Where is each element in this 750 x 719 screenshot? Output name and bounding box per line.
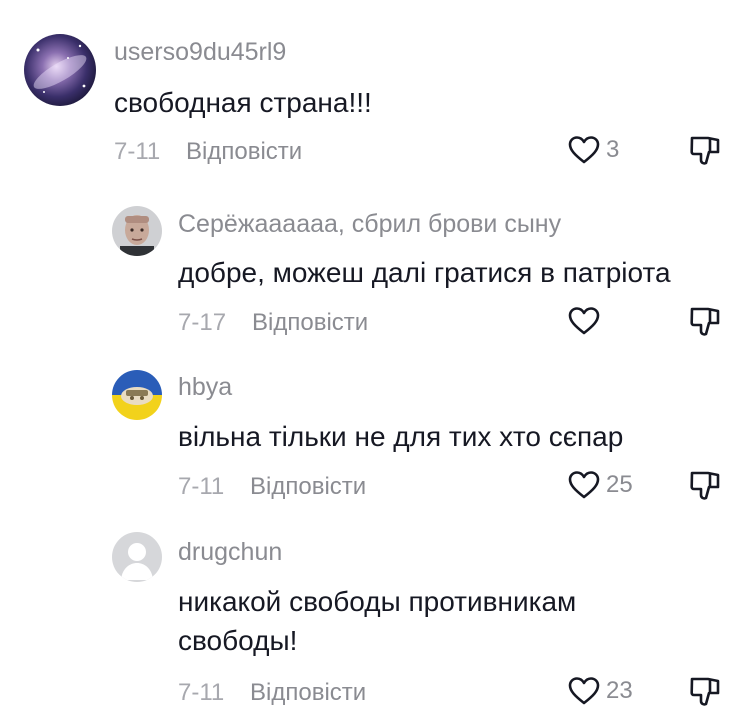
comment-date: 7-11 (178, 473, 225, 500)
comment-text: свободная страна!!! (114, 87, 372, 118)
like-button[interactable]: 23 (568, 674, 633, 708)
reply-button[interactable]: Відповісти (250, 679, 366, 707)
username[interactable]: drugchun (178, 538, 282, 567)
username[interactable]: userso9du45rl9 (114, 38, 286, 67)
comment-text-line-1: никакой свободы противникам (178, 586, 577, 617)
comment-text-line-2: свободы! (178, 625, 298, 656)
username[interactable]: Серёжаааааа, сбрил брови сыну (178, 210, 561, 239)
comment-date: 7-11 (178, 679, 225, 706)
dislike-button[interactable] (688, 305, 722, 339)
dislike-button[interactable] (688, 469, 722, 503)
thumbs-down-icon (688, 134, 722, 168)
reply-button[interactable]: Відповісти (186, 138, 302, 166)
default-person-avatar-icon (112, 532, 162, 582)
face-avatar-icon (112, 206, 162, 256)
like-button[interactable] (568, 304, 606, 338)
reply-button[interactable]: Відповісти (252, 309, 368, 337)
avatar[interactable] (112, 206, 162, 256)
comment-date: 7-11 (114, 138, 161, 165)
comment-text: добре, можеш далі гратися в патріота (178, 257, 671, 288)
heart-icon (568, 676, 600, 706)
comment-text: вільна тільки не для тих хто сєпар (178, 421, 624, 452)
thumbs-down-icon (688, 675, 722, 709)
like-count: 3 (606, 136, 620, 163)
heart-icon (568, 470, 600, 500)
galaxy-avatar-icon (24, 34, 96, 106)
comment-date: 7-17 (178, 309, 227, 336)
like-button[interactable]: 25 (568, 468, 633, 502)
avatar[interactable] (112, 370, 162, 420)
like-count: 23 (606, 677, 633, 704)
comments-panel: userso9du45rl9 свободная страна!!! 7-11 … (0, 0, 750, 719)
heart-icon (568, 306, 600, 336)
like-button[interactable]: 3 (568, 133, 619, 167)
avatar[interactable] (112, 532, 162, 582)
ukraine-flag-avatar-icon (112, 370, 162, 420)
dislike-button[interactable] (688, 675, 722, 709)
dislike-button[interactable] (688, 134, 722, 168)
username[interactable]: hbya (178, 373, 232, 402)
like-count: 25 (606, 471, 633, 498)
thumbs-down-icon (688, 305, 722, 339)
reply-button[interactable]: Відповісти (250, 473, 366, 501)
heart-icon (568, 135, 600, 165)
avatar[interactable] (24, 34, 96, 106)
thumbs-down-icon (688, 469, 722, 503)
